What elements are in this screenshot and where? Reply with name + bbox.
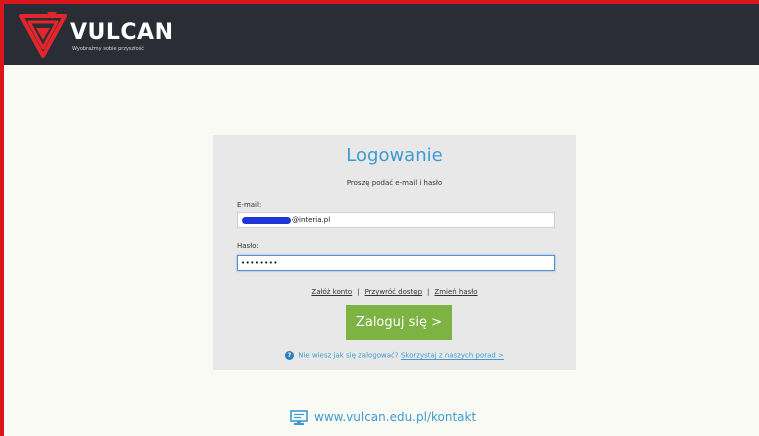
brand-tagline: Wyobraźmy sobie przyszłość <box>72 46 144 52</box>
login-button[interactable]: Zaloguj się > <box>346 305 452 340</box>
login-panel: Logowanie Proszę podać e-mail i hasło E-… <box>213 135 576 370</box>
email-label: E-mail: <box>237 201 262 209</box>
change-password-link[interactable]: Zmień hasło <box>434 288 477 296</box>
brand-name: VULCAN <box>70 20 174 45</box>
page: VULCAN Wyobraźmy sobie przyszłość Logowa… <box>4 4 759 436</box>
monitor-chat-icon <box>290 409 308 425</box>
contact-link[interactable]: www.vulcan.edu.pl/kontakt <box>290 408 476 426</box>
question-circle-icon: ? <box>285 351 295 360</box>
help-link[interactable]: Skorzystaj z naszych porad > <box>401 352 504 360</box>
help-text: Nie wiesz jak się zalogować? <box>298 351 399 360</box>
password-label: Hasło: <box>237 242 259 250</box>
email-value-text: @interia.pl <box>292 216 331 224</box>
restore-access-link[interactable]: Przywróć dostęp <box>365 288 422 296</box>
link-separator: | <box>357 288 360 296</box>
password-value: •••••••• <box>241 259 279 267</box>
link-separator: | <box>427 288 430 296</box>
contact-url: www.vulcan.edu.pl/kontakt <box>314 410 477 424</box>
account-links: Załóż konto | Przywróć dostęp | Zmień hasło <box>213 288 576 296</box>
login-subtitle: Proszę podać e-mail i hasło <box>346 179 443 187</box>
password-field[interactable]: •••••••• <box>237 255 555 271</box>
vulcan-logo-icon[interactable] <box>17 10 69 60</box>
help-row: ? Nie wiesz jak się zalogować? Skorzysta… <box>213 351 576 360</box>
header-bar: VULCAN Wyobraźmy sobie przyszłość <box>4 4 759 65</box>
create-account-link[interactable]: Załóż konto <box>311 288 352 296</box>
email-value: @interia.pl <box>242 215 330 225</box>
email-field[interactable]: @interia.pl <box>237 212 555 228</box>
email-redaction <box>242 216 291 224</box>
login-title: Logowanie <box>346 145 443 166</box>
